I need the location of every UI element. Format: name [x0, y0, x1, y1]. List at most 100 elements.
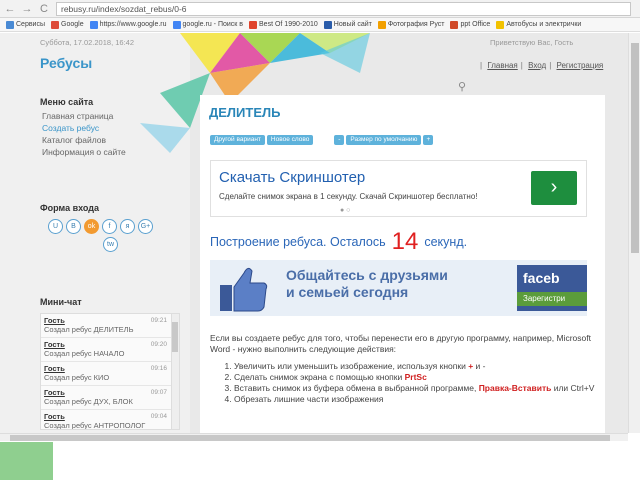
vertical-scrollbar[interactable]	[628, 33, 640, 433]
chat-scrollbar[interactable]	[171, 314, 179, 429]
bookmark-label: Автобусы и электрички	[506, 21, 582, 28]
nav-register-link[interactable]: Регистрация	[557, 61, 604, 70]
current-datetime: Суббота, 17.02.2018, 16:42	[40, 38, 135, 47]
bookmark-item[interactable]: Best Of 1990-2010	[249, 20, 318, 29]
countdown-prefix: Построение ребуса. Осталось	[210, 235, 386, 249]
bookmark-item[interactable]: Сервисы	[6, 20, 46, 29]
bookmark-item[interactable]: Фотография Руст	[377, 20, 444, 29]
chat-scroll-thumb[interactable]	[172, 322, 178, 352]
step-highlight: PrtSc	[404, 372, 427, 382]
browser-toolbar: ← → C rebusy.ru/index/sozdat_rebus/0-6	[0, 0, 640, 18]
bookmark-item[interactable]: Новый сайт	[323, 20, 372, 29]
mini-chat-heading: Мини-чат	[40, 297, 82, 307]
bookmark-favicon-icon	[496, 20, 505, 29]
address-bar[interactable]: rebusy.ru/index/sozdat_rebus/0-6	[56, 2, 631, 16]
bookmark-label: https://www.google.ru	[99, 21, 167, 28]
ad-pager-dots[interactable]: ● ○	[340, 207, 350, 214]
bookmarks-bar: Сервисы Google https://www.google.ru google…	[0, 18, 640, 32]
list-item: Увеличить или уменьшить изображение, исп…	[234, 361, 599, 372]
yandex-login-icon[interactable]: я	[120, 219, 135, 234]
search-input[interactable]: ⚲	[458, 80, 605, 96]
bookmark-item[interactable]: google.ru - Поиск в	[172, 20, 243, 29]
default-size-button[interactable]: Размер по умолчанию	[346, 135, 422, 145]
new-word-button[interactable]: Новое слово	[266, 135, 314, 145]
horizontal-scroll-thumb[interactable]	[10, 435, 610, 441]
bookmark-label: Сервисы	[16, 21, 46, 28]
zoom-out-button[interactable]: -	[334, 135, 345, 145]
step-tail: и -	[473, 361, 486, 371]
site-title[interactable]: Ребусы	[40, 55, 92, 71]
chat-message: Создал ребус ДЕЛИТЕЛЬ	[44, 325, 134, 334]
countdown-value: 14	[391, 228, 419, 255]
ad-title[interactable]: Скачать Скриншотер	[219, 169, 365, 186]
bookmark-label: ppt Office	[460, 21, 491, 28]
step-text: Увеличить или уменьшить изображение, исп…	[234, 361, 469, 371]
chat-time: 09:21	[150, 317, 167, 324]
chat-message: Создал ребус КИО	[44, 373, 110, 382]
nav-home-link[interactable]: Главная	[487, 61, 517, 70]
step-text: Сделать снимок экрана с помощью кнопки	[234, 372, 405, 382]
bookmark-favicon-icon	[249, 20, 258, 29]
bookmark-favicon-icon	[89, 20, 98, 29]
web-page: Суббота, 17.02.2018, 16:42 Приветствую В…	[0, 33, 628, 433]
bookmark-favicon-icon	[450, 20, 459, 29]
list-item: Вставить снимок из буфера обмена в выбра…	[234, 383, 599, 394]
menu-item-file-catalog[interactable]: Каталог файлов	[42, 134, 126, 146]
screenshot-ad[interactable]: Скачать Скриншотер Сделайте снимок экран…	[210, 160, 587, 217]
back-arrow-icon[interactable]: ←	[3, 2, 17, 16]
instructions-intro: Если вы создаете ребус для того, чтобы п…	[210, 333, 591, 354]
menu-item-about[interactable]: Информация о сайте	[42, 146, 126, 158]
chevron-right-icon[interactable]: ›	[531, 171, 577, 205]
chat-time: 09:04	[150, 413, 167, 420]
vk-login-icon[interactable]: B	[66, 219, 81, 234]
facebook-brand: faceb Зарегистри	[517, 265, 587, 311]
facebook-login-icon[interactable]: f	[102, 219, 117, 234]
bookmark-item[interactable]: Google	[51, 20, 84, 29]
other-variant-button[interactable]: Другой вариант	[210, 135, 265, 145]
vertical-scroll-thumb[interactable]	[631, 43, 639, 253]
reload-icon[interactable]: C	[37, 2, 51, 16]
facebook-logo: faceb	[523, 270, 560, 286]
horizontal-scrollbar[interactable]	[0, 433, 628, 441]
bookmark-label: Best Of 1990-2010	[259, 21, 318, 28]
greeting: Приветствую Вас, Гость	[490, 38, 574, 47]
bookmark-item[interactable]: https://www.google.ru	[89, 20, 167, 29]
odnoklassniki-login-icon[interactable]: ok	[84, 219, 99, 234]
browser-window: ← → C rebusy.ru/index/sozdat_rebus/0-6 С…	[0, 0, 640, 441]
bookmark-label: Новый сайт	[333, 21, 372, 28]
ad-description: Сделайте снимок экрана в 1 секунду. Скач…	[219, 192, 478, 201]
zoom-in-button[interactable]: +	[423, 135, 434, 145]
list-item: Гость 09:07 Создал ребус ДУХ, БЛОК	[41, 386, 179, 410]
top-navigation: | Главная | Вход | Регистрация	[480, 61, 604, 70]
green-block	[0, 442, 53, 480]
menu-item-home[interactable]: Главная страница	[42, 110, 126, 122]
bookmark-favicon-icon	[172, 20, 181, 29]
twitter-login-icon[interactable]: tw	[103, 237, 118, 252]
register-button[interactable]: Зарегистри	[517, 292, 587, 306]
list-item: Гость 09:20 Создал ребус НАЧАЛО	[41, 338, 179, 362]
menu-item-create-rebus[interactable]: Создать ребус	[42, 122, 126, 134]
step-text: Вставить снимок из буфера обмена в выбра…	[234, 383, 479, 393]
list-item: Обрезать лишние части изображения	[234, 394, 599, 405]
google-plus-login-icon[interactable]: G+	[138, 219, 153, 234]
bookmark-item[interactable]: ppt Office	[450, 20, 491, 29]
step-text: Обрезать лишние части изображения	[234, 394, 384, 404]
thumbs-up-icon	[220, 267, 268, 312]
nav-login-link[interactable]: Вход	[528, 61, 546, 70]
chat-time: 09:07	[150, 389, 167, 396]
forward-arrow-icon[interactable]: →	[20, 2, 34, 16]
facebook-ad-banner[interactable]: Общайтесь с друзьями и семьей сегодня fa…	[210, 260, 587, 316]
search-icon[interactable]: ⚲	[458, 80, 466, 93]
social-login-buttons: U Bok f я G+ tw	[48, 219, 188, 252]
login-heading: Форма входа	[40, 203, 100, 213]
main-content: ДЕЛИТЕЛЬ Другой вариант Новое слово - Разм…	[200, 95, 605, 433]
ucoz-login-icon[interactable]: U	[48, 219, 63, 234]
page-title: ДЕЛИТЕЛЬ	[209, 105, 281, 120]
chat-message: Создал ребус АНТРОПОЛОГ	[44, 421, 146, 430]
chat-time: 09:16	[150, 365, 167, 372]
step-tail: или Ctrl+V	[551, 383, 595, 393]
chat-message: Создал ребус НАЧАЛО	[44, 349, 125, 358]
instructions-steps: Увеличить или уменьшить изображение, исп…	[234, 361, 599, 405]
list-item: Сделать снимок экрана с помощью кнопки P…	[234, 372, 599, 383]
bookmark-item[interactable]: Автобусы и электрички	[496, 20, 582, 29]
